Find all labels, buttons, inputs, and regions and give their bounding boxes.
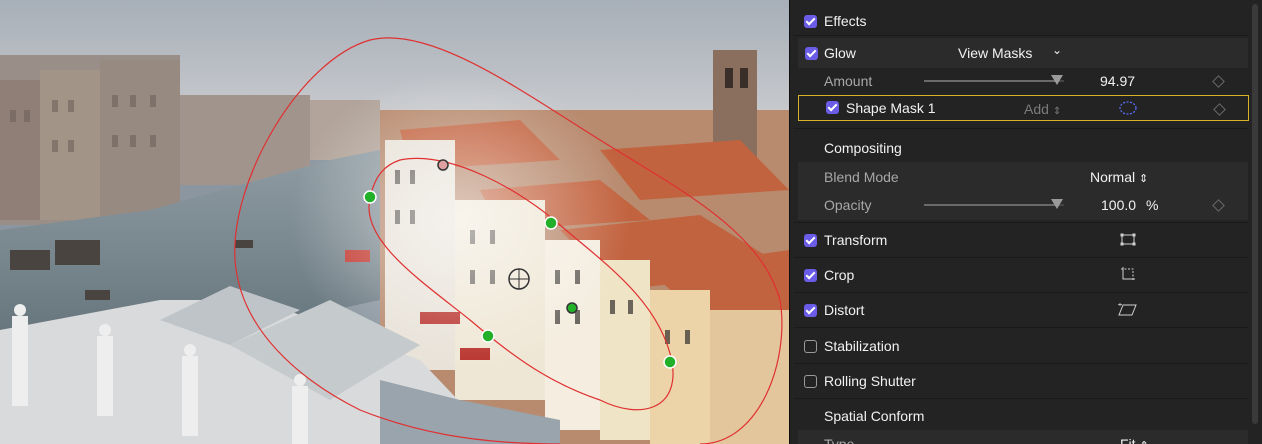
inspector-scrollbar[interactable]: [1252, 4, 1258, 424]
chevron-down-icon[interactable]: ⌄: [1052, 43, 1062, 57]
effects-header-label: Effects: [824, 13, 867, 29]
keyframe-diamond-icon[interactable]: [1212, 75, 1225, 88]
transform-row: Transform: [790, 225, 1248, 255]
divider: [794, 292, 1248, 293]
divider: [794, 222, 1248, 223]
blend-mode-popup[interactable]: Normal ⇕: [1090, 169, 1148, 185]
crop-checkbox[interactable]: [804, 268, 817, 282]
type-popup[interactable]: Fit ⇕: [1120, 436, 1149, 444]
distort-label: Distort: [824, 302, 865, 318]
rolling-shutter-label: Rolling Shutter: [824, 373, 916, 389]
crop-row: Crop: [790, 260, 1248, 290]
distort-checkbox[interactable]: [804, 303, 817, 317]
keyframe-diamond-icon[interactable]: [1212, 199, 1225, 212]
stabilization-label: Stabilization: [824, 338, 900, 354]
divider: [794, 128, 1248, 129]
shape-mask-label: Shape Mask 1: [846, 100, 936, 116]
divider: [794, 327, 1248, 328]
shape-mask-icon[interactable]: [1118, 101, 1138, 115]
effects-checkbox[interactable]: [804, 14, 817, 28]
divider: [794, 398, 1248, 399]
blend-mode-label: Blend Mode: [824, 169, 899, 185]
up-down-arrows-icon: ⇕: [1139, 173, 1149, 185]
mask-center-handle[interactable]: [508, 268, 530, 290]
divider: [794, 35, 1248, 36]
up-down-arrows-icon: ⇕: [1139, 440, 1148, 444]
amount-slider-track[interactable]: [924, 80, 1064, 82]
rolling-shutter-checkbox[interactable]: [804, 374, 817, 388]
blend-mode-row: Blend Mode Normal ⇕: [798, 162, 1248, 192]
type-value: Fit: [1120, 436, 1136, 444]
opacity-unit: %: [1145, 197, 1159, 213]
distort-icon[interactable]: [1118, 303, 1138, 317]
mask-rotation-handle[interactable]: [566, 302, 578, 314]
video-viewer[interactable]: [0, 0, 789, 444]
distort-row: Distort: [790, 295, 1248, 325]
shape-mask-checkbox[interactable]: [826, 101, 839, 114]
amount-row: Amount 94.97: [790, 66, 1248, 96]
view-masks-button[interactable]: View Masks: [958, 45, 1032, 61]
spatial-conform-type-row: Type Fit ⇕: [798, 430, 1248, 444]
blend-mode-value: Normal: [1090, 169, 1136, 185]
opacity-value[interactable]: 100.0 %: [1101, 197, 1158, 213]
opacity-number: 100.0: [1101, 197, 1137, 213]
divider: [794, 363, 1248, 364]
mask-control-point[interactable]: [663, 355, 677, 369]
mask-control-point[interactable]: [544, 216, 558, 230]
crop-label: Crop: [824, 267, 855, 283]
transform-label: Transform: [824, 232, 888, 248]
stabilization-row: Stabilization: [790, 331, 1248, 361]
opacity-slider-thumb[interactable]: [1051, 199, 1063, 209]
spatial-conform-header-label: Spatial Conform: [824, 408, 925, 424]
up-down-arrows-icon: ⇕: [1052, 106, 1062, 117]
viewer-image: [0, 0, 789, 444]
amount-label: Amount: [824, 73, 873, 89]
compositing-header-label: Compositing: [824, 140, 902, 156]
inspector-panel: Effects Glow View Masks ⌄ Amount 94.97 S…: [789, 0, 1262, 444]
glow-effect-row: Glow View Masks ⌄: [798, 38, 1248, 68]
crop-icon[interactable]: [1120, 266, 1136, 282]
rolling-shutter-row: Rolling Shutter: [790, 366, 1248, 396]
glow-checkbox[interactable]: [805, 46, 818, 60]
opacity-slider-track[interactable]: [924, 204, 1064, 206]
opacity-label: Opacity: [824, 197, 872, 213]
glow-label: Glow: [824, 45, 856, 61]
transform-icon[interactable]: [1120, 233, 1136, 247]
mask-feather-handle[interactable]: [437, 159, 449, 171]
compositing-header-row: Compositing: [790, 133, 1248, 163]
amount-slider-thumb[interactable]: [1051, 75, 1063, 85]
opacity-row: Opacity 100.0 %: [798, 190, 1248, 220]
divider: [794, 257, 1248, 258]
transform-checkbox[interactable]: [804, 233, 817, 247]
mask-mode-popup[interactable]: Add ⇕: [1024, 101, 1061, 117]
mask-control-point[interactable]: [481, 329, 495, 343]
mask-mode-value: Add: [1024, 101, 1049, 117]
amount-value[interactable]: 94.97: [1100, 73, 1135, 89]
opacity-slider-fill: [924, 204, 1057, 206]
amount-slider-fill: [924, 80, 1057, 82]
mask-control-point[interactable]: [363, 190, 377, 204]
type-label: Type: [824, 436, 855, 444]
shape-mask-row[interactable]: Shape Mask 1 Add ⇕: [798, 95, 1249, 121]
effects-header-row: Effects: [790, 6, 1248, 36]
stabilization-checkbox[interactable]: [804, 339, 817, 353]
spatial-conform-header-row: Spatial Conform: [790, 401, 1248, 431]
keyframe-diamond-icon[interactable]: [1213, 103, 1226, 116]
